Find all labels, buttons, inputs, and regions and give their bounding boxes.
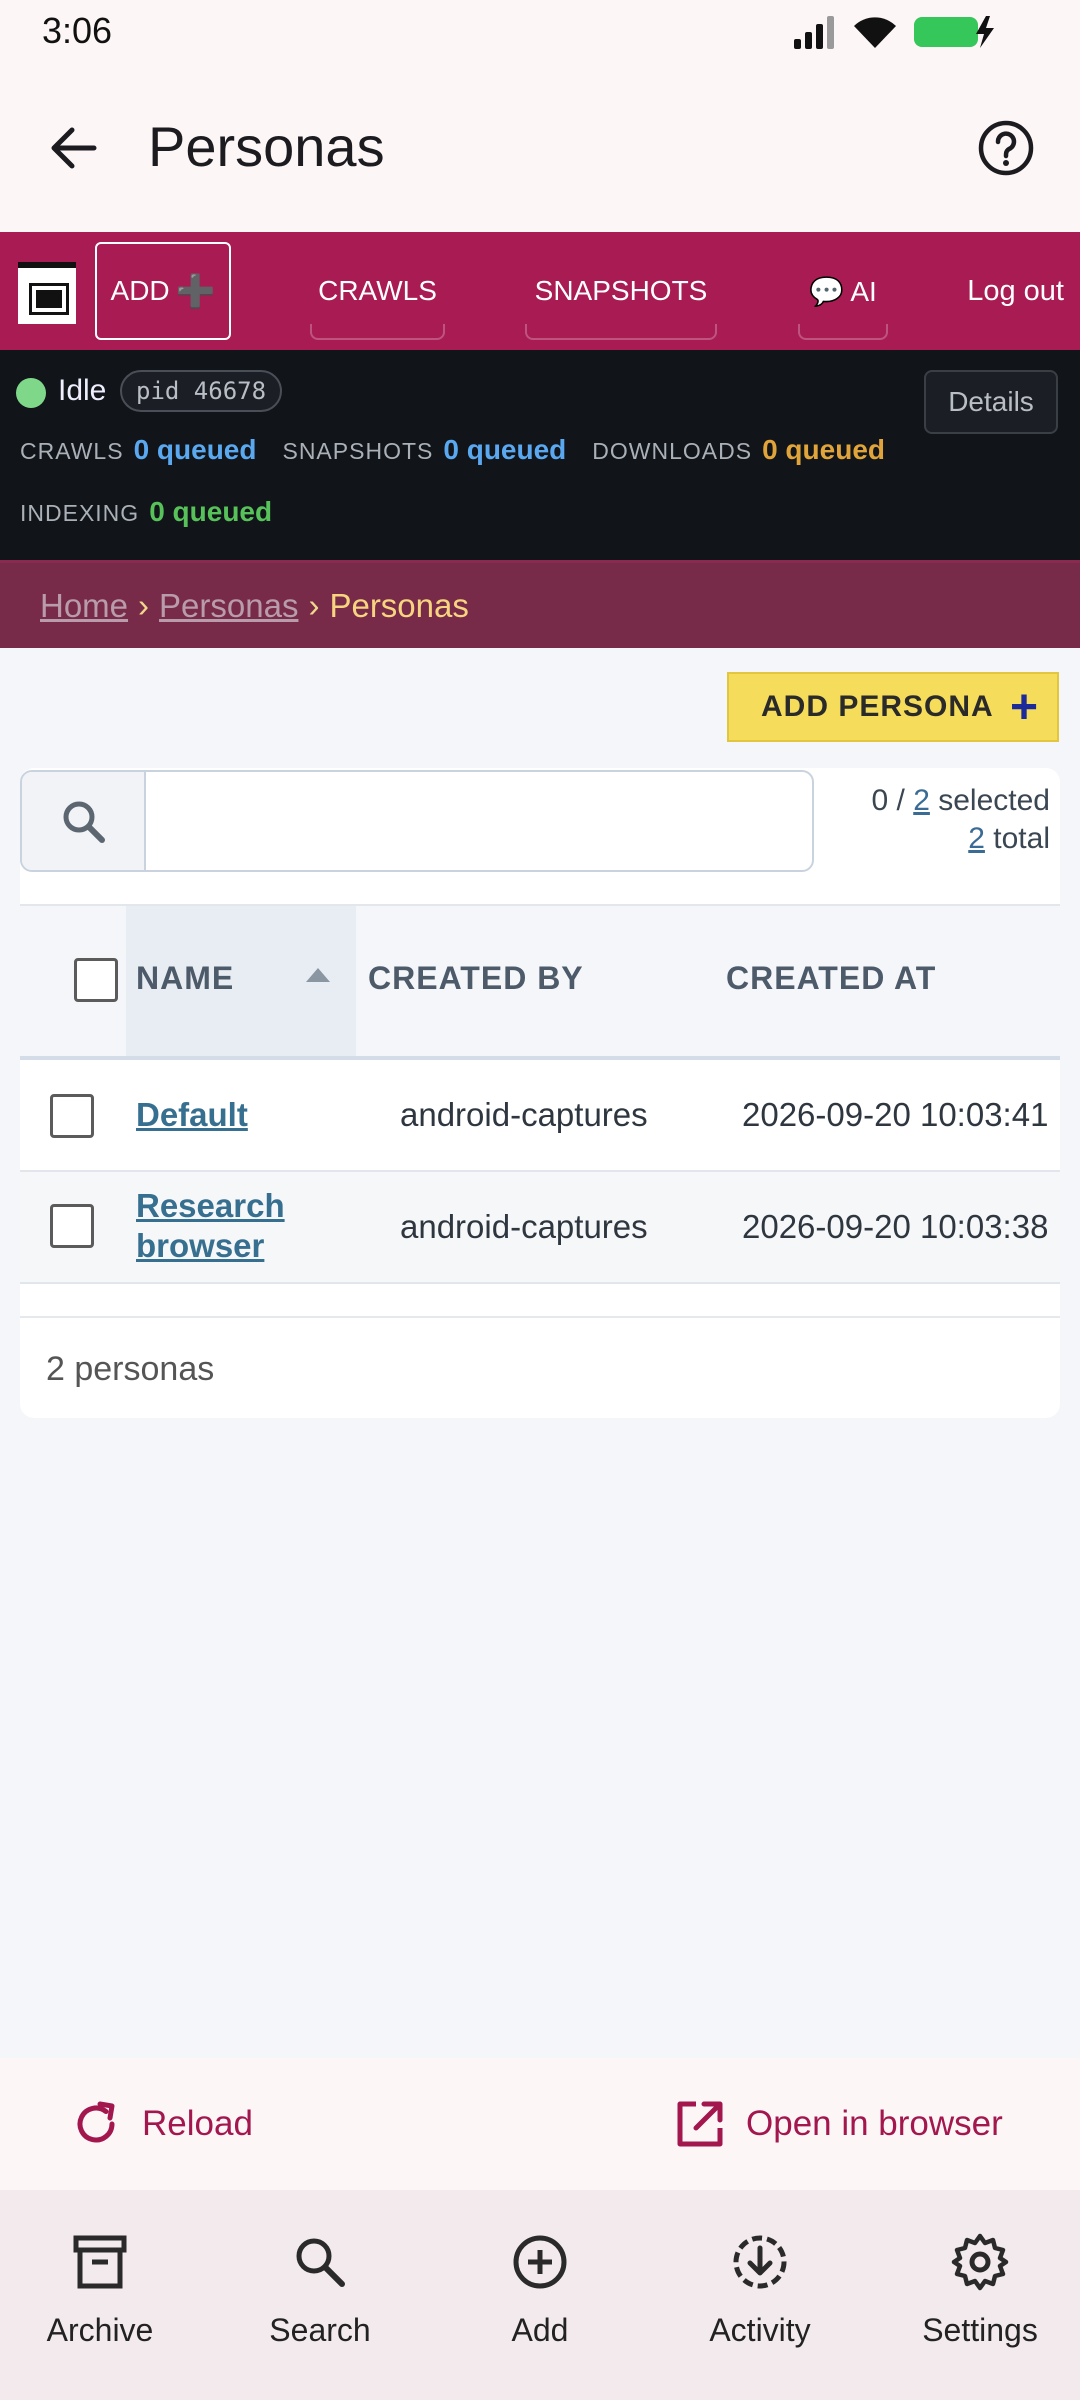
nav-search-label: Search [269,2312,371,2348]
back-arrow-icon[interactable] [44,118,104,178]
nav-activity-label: Activity [709,2312,811,2348]
created-by-cell: android-captures [400,1096,648,1133]
persona-link[interactable]: Research browser [136,1186,285,1266]
breadcrumb-home[interactable]: Home [40,587,128,625]
queue-snapshots: SNAPSHOTS 0 queued [282,434,567,465]
archivebox-logo-icon[interactable] [18,262,76,324]
queue-downloads: DOWNLOADS 0 queued [592,434,885,465]
nav-link-label: 💬 AI [809,275,877,307]
system-icons [792,14,998,50]
queue-row: INDEXING 0 queued [20,496,288,528]
breadcrumb-current: Personas [329,586,469,624]
reload-icon [77,2101,115,2143]
breadcrumb-section[interactable]: Personas [159,587,298,625]
results-card: 0 / 2 selected 2 total NAME CREATED BY C… [20,768,1060,1418]
created-at-cell: 2026-09-20 10:03:38 [742,1208,1049,1245]
created-by-cell: android-captures [400,1208,648,1245]
logout-link[interactable]: Log out [967,232,1064,350]
nav-archive-label: Archive [46,2312,154,2348]
column-header-created-at[interactable]: CREATED AT [726,960,936,997]
pid-badge: pid 46678 [120,370,283,412]
nav-archive[interactable]: Archive [0,2230,200,2349]
details-button[interactable]: Details [924,370,1058,434]
help-icon[interactable] [976,118,1036,178]
signal-icon [794,16,834,49]
breadcrumb: Home › Personas › Personas [0,560,1080,648]
search-button[interactable] [22,772,146,870]
nav-settings-label: Settings [922,2312,1038,2348]
nav-settings[interactable]: Settings [880,2230,1080,2349]
nav-link-snapshots[interactable]: SNAPSHOTS [525,232,717,350]
nav-search[interactable]: Search [220,2230,420,2349]
nav-link-ai[interactable]: 💬 AI [798,232,888,350]
add-persona-label: ADD PERSONA [761,690,994,723]
column-header-created-by[interactable]: CREATED BY [368,960,584,997]
column-header-name[interactable]: NAME [136,960,234,997]
nav-activity[interactable]: Activity [660,2230,860,2349]
created-at-cell: 2026-09-20 10:03:41 [742,1096,1049,1133]
row-checkbox[interactable] [50,1204,94,1248]
status-panel: Idle pid 46678 Details CRAWLS 0 queued S… [0,350,1080,560]
wifi-icon [854,17,896,48]
total-link[interactable]: 2 [968,822,985,855]
reload-label: Reload [142,2104,253,2143]
sort-ascending-icon[interactable] [306,968,330,982]
archive-icon [73,2235,127,2289]
search-icon [296,2238,345,2287]
gear-icon [951,2233,1009,2291]
nav-link-crawls[interactable]: CRAWLS [310,232,445,350]
select-all-checkbox[interactable] [74,958,118,1002]
table-row: Research browser android-captures 2026-0… [20,1172,1060,1284]
main-content: ADD PERSONA + 0 / 2 selected 2 total NAM… [0,648,1080,2058]
page-title: Personas [148,115,385,178]
queue-crawls: CRAWLS 0 queued [20,434,257,465]
row-checkbox[interactable] [50,1094,94,1138]
queue-row: CRAWLS 0 queued SNAPSHOTS 0 queued DOWNL… [20,434,901,466]
app-bar: Personas [0,62,1080,232]
nav-link-label: CRAWLS [318,275,437,306]
search-bar [20,770,814,872]
open-external-icon [677,2101,723,2147]
nav-add[interactable]: Add [440,2230,640,2349]
add-circle-icon [513,2235,567,2289]
action-bar: Reload Open in browser [0,2058,1080,2190]
selection-counter: 0 / 2 selected 2 total [871,784,1050,855]
result-count: 2 personas [20,1316,1060,1418]
select-all-link[interactable]: 2 [913,784,930,817]
plus-icon: + [1009,681,1039,734]
table-row: Default android-captures 2026-09-20 10:0… [20,1060,1060,1172]
bottom-nav: Archive Search Add Activity Settings [0,2190,1080,2400]
plus-icon: ➕ [175,273,216,309]
add-button-label: ADD [110,275,170,306]
status-dot-icon [16,378,46,408]
status-state: Idle [58,374,107,407]
site-nav: ADD ➕ CRAWLS SNAPSHOTS 💬 AI Log out [0,232,1080,350]
search-icon [63,801,105,843]
download-progress-icon [733,2235,787,2289]
add-button[interactable]: ADD ➕ [95,242,231,340]
status-bar: 3:06 [0,0,1080,62]
queue-indexing: INDEXING 0 queued [20,496,273,527]
add-persona-button[interactable]: ADD PERSONA + [727,672,1059,742]
open-in-browser-button[interactable]: Open in browser [674,2058,1003,2190]
nav-link-label: SNAPSHOTS [534,275,708,306]
persona-link[interactable]: Default [136,1096,248,1133]
breadcrumb-separator: › [308,586,320,624]
nav-add-label: Add [511,2312,569,2348]
reload-button[interactable]: Reload [70,2058,253,2190]
breadcrumb-separator: › [138,586,150,624]
status-time: 3:06 [42,10,113,51]
table-header: NAME CREATED BY CREATED AT [20,904,1060,1060]
open-in-browser-label: Open in browser [746,2104,1003,2143]
battery-charging-icon [914,16,994,48]
